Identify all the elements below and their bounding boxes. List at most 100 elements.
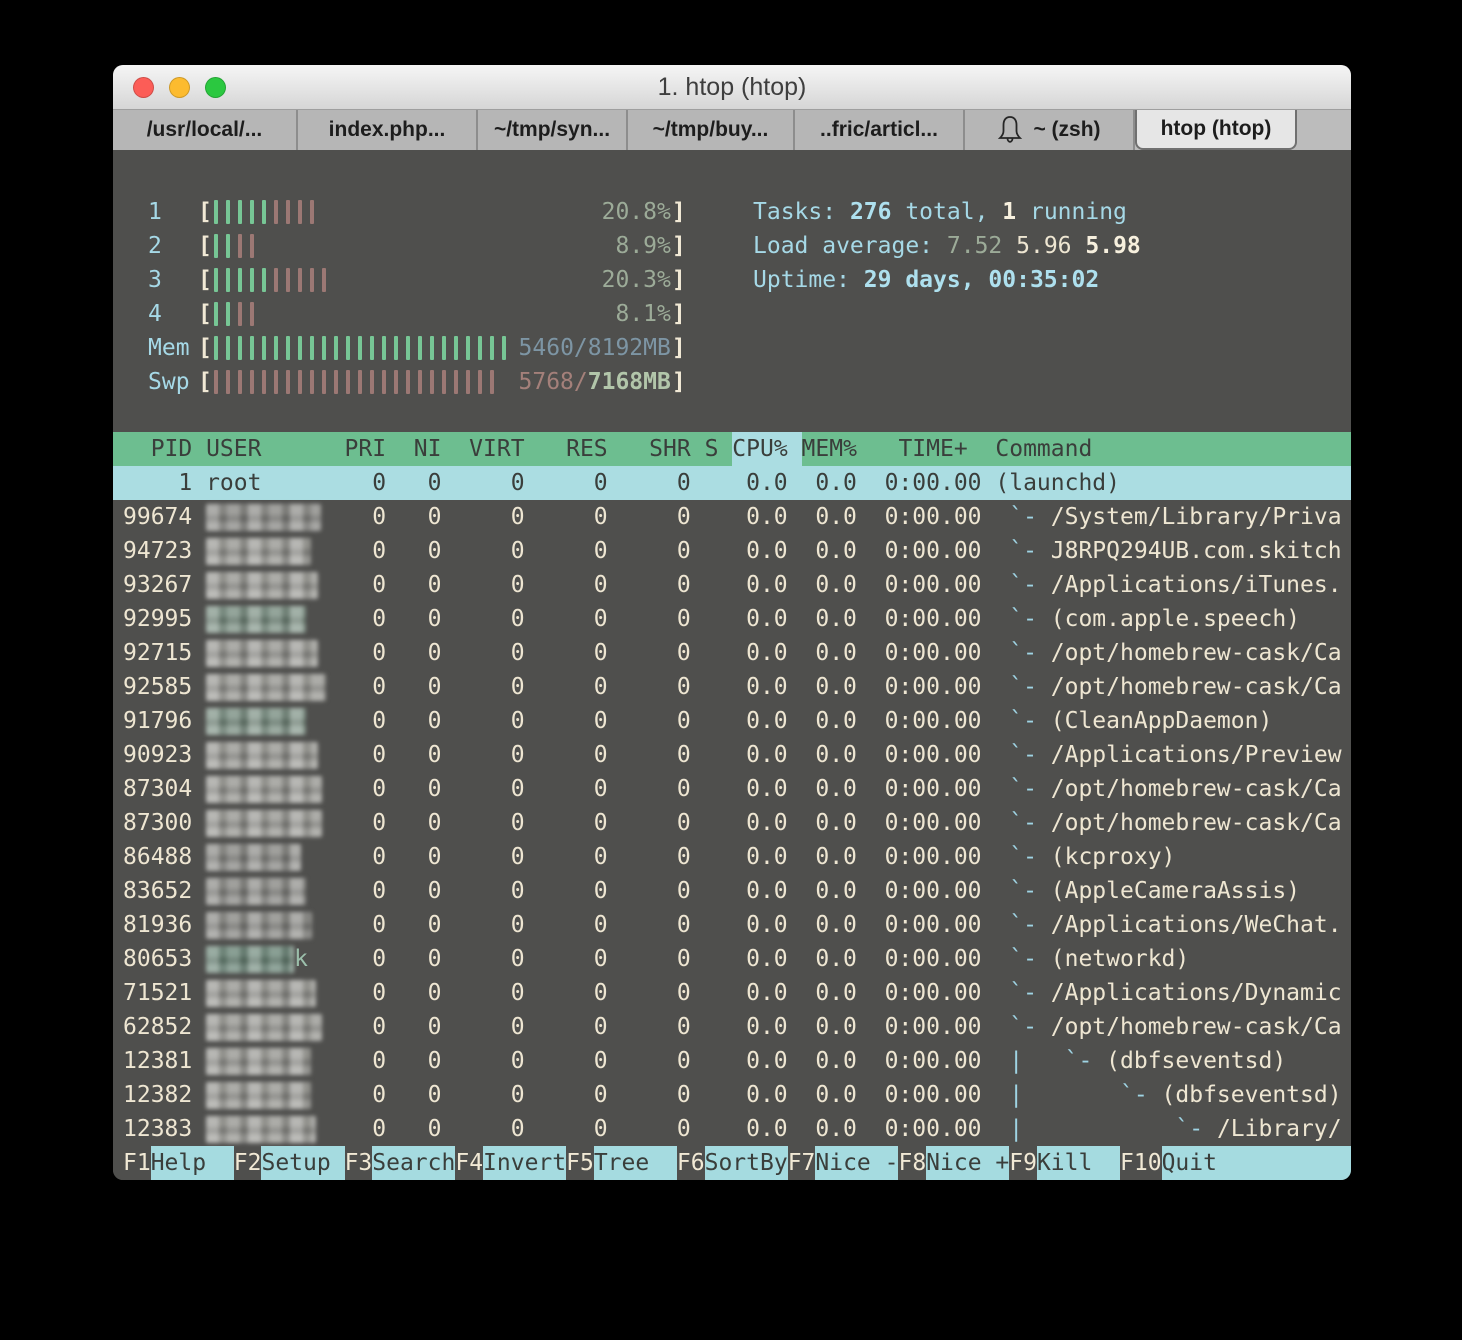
close-button[interactable] [133,77,154,98]
header-mem-time-command[interactable]: MEM% TIME+ Command [802,432,1351,466]
meter-bar-green [250,268,255,292]
meter-bar-green [226,234,231,258]
fnkey-f4[interactable]: F4 [455,1146,483,1180]
process-row[interactable]: 86488 0 0 0 0 0 0.0 0.0 0:00.00 `- (kcpr… [113,840,1351,874]
tree-branch-glyph: `- [995,670,1050,704]
tab-label: ~/tmp/syn... [494,118,610,142]
fnkey-f2[interactable]: F2 [234,1146,262,1180]
cell-command: /opt/homebrew-cask/Ca [1051,806,1351,840]
cell-values: 0 0 0 0 0 0.0 0.0 0:00.00 [345,1112,996,1146]
username-blurred [206,810,322,837]
fnkey-f5[interactable]: F5 [566,1146,594,1180]
process-row[interactable]: 81936 0 0 0 0 0 0.0 0.0 0:00.00 `- /Appl… [113,908,1351,942]
fnlabel-nice-[interactable]: Nice + [926,1146,1009,1180]
process-row[interactable]: 87300 0 0 0 0 0 0.0 0.0 0:00.00 `- /opt/… [113,806,1351,840]
meter-bar-green [322,336,327,360]
fnlabel-invert[interactable]: Invert [483,1146,566,1180]
fnlabel-help[interactable]: Help [151,1146,234,1180]
header-cpu-sort-column[interactable]: CPU% [732,432,801,466]
header-columns[interactable]: PRI NI VIRT RES SHR S [345,432,733,466]
meter-label: Swp [148,365,198,399]
cell-values: 0 0 0 0 0 0.0 0.0 0:00.00 [345,772,996,806]
username-blurred [206,708,306,735]
fnlabel-tree[interactable]: Tree [594,1146,677,1180]
process-row[interactable]: 80653k 0 0 0 0 0 0.0 0.0 0:00.00 `- (net… [113,942,1351,976]
process-row[interactable]: 92995 0 0 0 0 0 0.0 0.0 0:00.00 `- (com.… [113,602,1351,636]
meter-bar-green [262,268,267,292]
process-row[interactable]: 90923 0 0 0 0 0 0.0 0.0 0:00.00 `- /Appl… [113,738,1351,772]
meter-bar-green [346,336,351,360]
fnkey-f10[interactable]: F10 [1120,1146,1162,1180]
meter-body: 8.9% [212,229,672,263]
username-blurred [206,674,326,701]
meter-bar-red [262,370,267,394]
htop-terminal[interactable]: 1[20.8%]2[8.9%]3[20.3%]4[8.1%]Mem[5460/8… [113,150,1351,1180]
process-row[interactable]: 62852 0 0 0 0 0 0.0 0.0 0:00.00 `- /opt/… [113,1010,1351,1044]
tree-branch-glyph: `- [995,942,1050,976]
tab-3[interactable]: ~/tmp/buy... [628,110,795,150]
meter-bar-green [274,336,279,360]
tasks: Tasks: 276 total, 1 running [753,195,1141,229]
fnlabel-nice-[interactable]: Nice - [815,1146,898,1180]
fnkey-f3[interactable]: F3 [345,1146,373,1180]
fnkey-f7[interactable]: F7 [788,1146,816,1180]
meter-bar-green [214,200,219,224]
meter-bar-red [442,370,447,394]
username-blurred [206,1014,322,1041]
fnkey-f1[interactable]: F1 [123,1146,151,1180]
username-blurred [206,878,306,905]
meter-bar-green [214,336,219,360]
process-row[interactable]: 83652 0 0 0 0 0 0.0 0.0 0:00.00 `- (Appl… [113,874,1351,908]
header-user[interactable]: USER [192,432,344,466]
tab-1[interactable]: index.php... [298,110,478,150]
meter-bar-red [250,370,255,394]
system-info: Tasks: 276 total, 1 runningLoad average:… [753,195,1141,297]
header-pid[interactable]: PID [123,432,192,466]
meter-bar-green [238,200,243,224]
tab-0[interactable]: /usr/local/... [113,110,298,150]
process-row[interactable]: 99674 0 0 0 0 0 0.0 0.0 0:00.00 `- /Syst… [113,500,1351,534]
process-row[interactable]: 12382 0 0 0 0 0 0.0 0.0 0:00.00 | `- (db… [113,1078,1351,1112]
tab-htop-active[interactable]: htop (htop) [1135,110,1297,150]
fnkey-f8[interactable]: F8 [898,1146,926,1180]
fnkey-f6[interactable]: F6 [677,1146,705,1180]
cell-user [192,568,344,602]
process-row[interactable]: 94723 0 0 0 0 0 0.0 0.0 0:00.00 `- J8RPQ… [113,534,1351,568]
fnlabel-setup[interactable]: Setup [261,1146,344,1180]
load-average-text: 7.52 [947,233,1016,259]
zoom-button[interactable] [205,77,226,98]
process-row[interactable]: 87304 0 0 0 0 0 0.0 0.0 0:00.00 `- /opt/… [113,772,1351,806]
fnlabel-sortby[interactable]: SortBy [705,1146,788,1180]
process-row[interactable]: 93267 0 0 0 0 0 0.0 0.0 0:00.00 `- /Appl… [113,568,1351,602]
fnkey-f9[interactable]: F9 [1009,1146,1037,1180]
process-row[interactable]: 71521 0 0 0 0 0 0.0 0.0 0:00.00 `- /Appl… [113,976,1351,1010]
cell-pid: 92995 [123,602,192,636]
username-blurred [206,742,318,769]
fnlabel-search[interactable]: Search [372,1146,455,1180]
process-row[interactable]: 91796 0 0 0 0 0 0.0 0.0 0:00.00 `- (Clea… [113,704,1351,738]
cell-values: 0 0 0 0 0 0.0 0.0 0:00.00 [345,976,996,1010]
fnlabel-quit[interactable]: Quit [1162,1146,1351,1180]
process-row-selected[interactable]: 1root 0 0 0 0 0 0.0 0.0 0:00.00 (launchd… [113,466,1351,500]
process-row[interactable]: 92585 0 0 0 0 0 0.0 0.0 0:00.00 `- /opt/… [113,670,1351,704]
tab-2[interactable]: ~/tmp/syn... [478,110,628,150]
process-row[interactable]: 12383 0 0 0 0 0 0.0 0.0 0:00.00 | `- /Li… [113,1112,1351,1146]
meter-bar-red [370,370,375,394]
meter-bar-red [322,370,327,394]
tree-branch-glyph: `- [995,806,1050,840]
fnlabel-kill[interactable]: Kill [1037,1146,1120,1180]
process-row[interactable]: 12381 0 0 0 0 0 0.0 0.0 0:00.00 | `- (db… [113,1044,1351,1078]
tree-branch-glyph: `- [995,772,1050,806]
cell-command: /opt/homebrew-cask/Ca [1051,636,1351,670]
tab-4[interactable]: ..fric/articl... [795,110,965,150]
tree-branch-glyph: | `- [995,1044,1106,1078]
tree-branch-glyph: | `- [995,1078,1161,1112]
meter-bar-green [394,336,399,360]
title-bar[interactable]: 1. htop (htop) [113,65,1351,110]
process-row[interactable]: 92715 0 0 0 0 0 0.0 0.0 0:00.00 `- /opt/… [113,636,1351,670]
tab-5[interactable]: ~ (zsh) [965,110,1135,150]
cell-command: J8RPQ294UB.com.skitch [1051,534,1351,568]
meter-bar-green [250,336,255,360]
minimize-button[interactable] [169,77,190,98]
meter-bars [214,336,507,360]
